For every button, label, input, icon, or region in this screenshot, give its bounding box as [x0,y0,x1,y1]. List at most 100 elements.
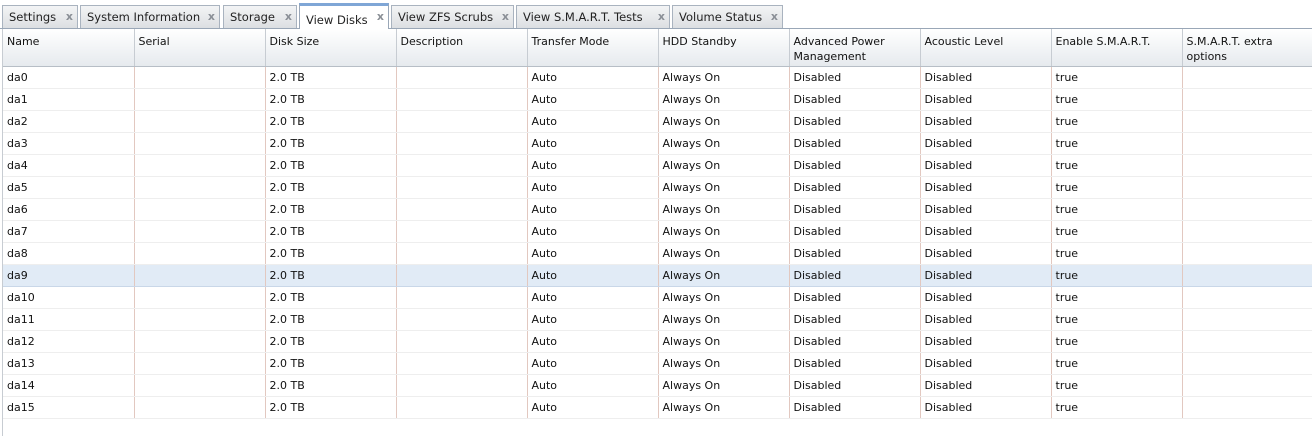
cell-advanced-power-management: Disabled [789,242,921,265]
cell-smart-extra-options [1182,352,1312,375]
cell-description [396,374,528,397]
cell-name: da11 [3,308,135,331]
cell-enable-smart: true [1051,88,1183,111]
close-icon[interactable]: x [377,3,384,31]
cell-disk-size: 2.0 TB [265,374,397,397]
cell-serial [134,88,266,111]
close-icon[interactable]: x [66,6,73,28]
column-header-advanced-power-management[interactable]: Advanced Power Management [789,29,921,67]
tab-volume-status[interactable]: Volume Status x [672,5,783,28]
cell-name: da9 [3,264,135,287]
cell-serial [134,352,266,375]
tab-view-disks[interactable]: View Disks x [299,3,389,29]
table-row[interactable]: da5 2.0 TB Auto Always On Disabled Disabled tr… [3,176,1312,199]
cell-smart-extra-options [1182,154,1312,177]
disks-grid: Name Serial Disk Size Description Transf… [2,29,1312,436]
cell-disk-size: 2.0 TB [265,242,397,265]
cell-name: da5 [3,176,135,199]
column-header-transfer-mode[interactable]: Transfer Mode [527,29,659,67]
cell-description [396,110,528,133]
column-header-serial[interactable]: Serial [134,29,266,67]
cell-advanced-power-management: Disabled [789,308,921,331]
column-header-hdd-standby[interactable]: HDD Standby [658,29,790,67]
column-header-smart-extra-options[interactable]: S.M.A.R.T. extra options [1182,29,1312,67]
table-row[interactable]: da10 2.0 TB Auto Always On Disabled Disabled t… [3,286,1312,309]
close-icon[interactable]: x [285,6,292,28]
cell-acoustic-level: Disabled [920,330,1052,353]
table-row[interactable]: da6 2.0 TB Auto Always On Disabled Disabled tr… [3,198,1312,221]
cell-transfer-mode: Auto [527,264,659,287]
cell-smart-extra-options [1182,110,1312,133]
cell-acoustic-level: Disabled [920,264,1052,287]
cell-hdd-standby: Always On [658,286,790,309]
table-row[interactable]: da9 2.0 TB Auto Always On Disabled Disabled tr… [3,264,1312,287]
column-header-description[interactable]: Description [396,29,528,67]
close-icon[interactable]: x [208,6,215,28]
cell-serial [134,264,266,287]
cell-transfer-mode: Auto [527,396,659,419]
table-row[interactable]: da13 2.0 TB Auto Always On Disabled Disabled t… [3,352,1312,375]
cell-hdd-standby: Always On [658,352,790,375]
column-header-enable-smart[interactable]: Enable S.M.A.R.T. [1051,29,1183,67]
cell-smart-extra-options [1182,242,1312,265]
cell-name: da2 [3,110,135,133]
tab-view-smart-tests[interactable]: View S.M.A.R.T. Tests x [516,5,670,28]
tab-storage[interactable]: Storage x [223,5,297,28]
table-row[interactable]: da4 2.0 TB Auto Always On Disabled Disabled tr… [3,154,1312,177]
disks-table: Name Serial Disk Size Description Transf… [3,29,1312,419]
column-header-disk-size[interactable]: Disk Size [265,29,397,67]
cell-transfer-mode: Auto [527,110,659,133]
cell-description [396,220,528,243]
table-row[interactable]: da1 2.0 TB Auto Always On Disabled Disabled tr… [3,88,1312,111]
cell-serial [134,132,266,155]
table-row[interactable]: da8 2.0 TB Auto Always On Disabled Disabled tr… [3,242,1312,265]
cell-enable-smart: true [1051,176,1183,199]
table-row[interactable]: da3 2.0 TB Auto Always On Disabled Disabled tr… [3,132,1312,155]
table-row[interactable]: da12 2.0 TB Auto Always On Disabled Disabled t… [3,330,1312,353]
cell-description [396,308,528,331]
cell-transfer-mode: Auto [527,242,659,265]
cell-name: da8 [3,242,135,265]
table-header-row: Name Serial Disk Size Description Transf… [3,29,1312,67]
cell-enable-smart: true [1051,374,1183,397]
cell-hdd-standby: Always On [658,264,790,287]
cell-enable-smart: true [1051,286,1183,309]
table-row[interactable]: da7 2.0 TB Auto Always On Disabled Disabled tr… [3,220,1312,243]
cell-smart-extra-options [1182,374,1312,397]
close-icon[interactable]: x [502,6,509,28]
tab-view-zfs-scrubs[interactable]: View ZFS Scrubs x [391,5,514,28]
tab-system-information[interactable]: System Information x [80,5,220,28]
cell-enable-smart: true [1051,352,1183,375]
cell-transfer-mode: Auto [527,88,659,111]
table-row[interactable]: da15 2.0 TB Auto Always On Disabled Disabled t… [3,396,1312,419]
cell-serial [134,242,266,265]
cell-hdd-standby: Always On [658,198,790,221]
table-row[interactable]: da14 2.0 TB Auto Always On Disabled Disabled t… [3,374,1312,397]
cell-description [396,330,528,353]
cell-advanced-power-management: Disabled [789,154,921,177]
cell-transfer-mode: Auto [527,374,659,397]
tab-settings[interactable]: Settings x [2,5,78,28]
cell-acoustic-level: Disabled [920,176,1052,199]
tab-label: Settings [9,10,57,24]
cell-serial [134,176,266,199]
cell-enable-smart: true [1051,220,1183,243]
table-row[interactable]: da0 2.0 TB Auto Always On Disabled Disabled tr… [3,66,1312,89]
table-row[interactable]: da11 2.0 TB Auto Always On Disabled Disabled t… [3,308,1312,331]
cell-smart-extra-options [1182,220,1312,243]
cell-hdd-standby: Always On [658,396,790,419]
cell-hdd-standby: Always On [658,220,790,243]
cell-smart-extra-options [1182,264,1312,287]
cell-advanced-power-management: Disabled [789,286,921,309]
cell-acoustic-level: Disabled [920,374,1052,397]
cell-enable-smart: true [1051,132,1183,155]
close-icon[interactable]: x [658,6,665,28]
table-row[interactable]: da2 2.0 TB Auto Always On Disabled Disabled tr… [3,110,1312,133]
column-header-name[interactable]: Name [3,29,135,67]
column-header-acoustic-level[interactable]: Acoustic Level [920,29,1052,67]
cell-advanced-power-management: Disabled [789,88,921,111]
cell-advanced-power-management: Disabled [789,66,921,89]
close-icon[interactable]: x [771,6,778,28]
cell-description [396,198,528,221]
cell-hdd-standby: Always On [658,110,790,133]
